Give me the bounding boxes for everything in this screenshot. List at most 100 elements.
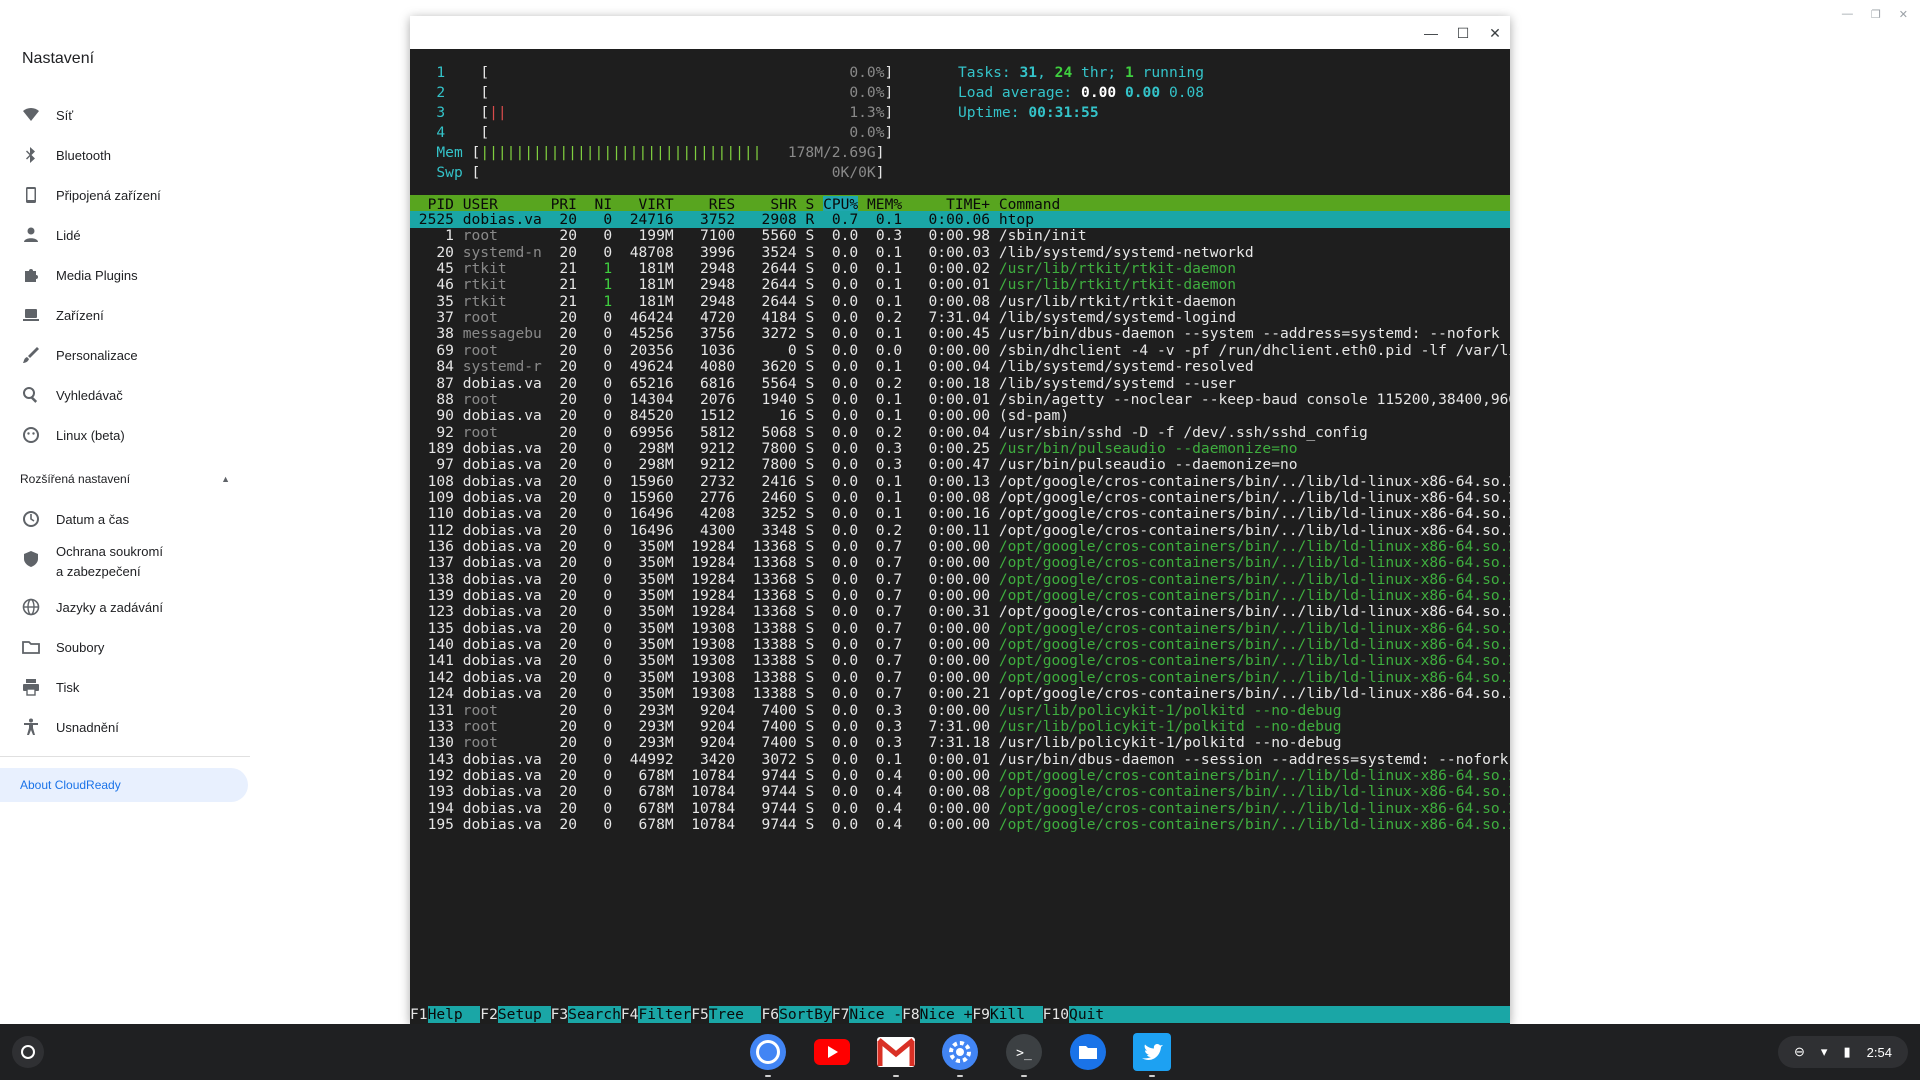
sidebar-item-search[interactable]: Vyhledávač [20, 378, 240, 412]
meter-bracket: [ [445, 124, 490, 141]
fkey-label-f6[interactable]: SortBy [779, 1006, 832, 1023]
process-row[interactable]: 192 dobias.va 20 0 678M 10784 9744 S 0.0… [410, 767, 1510, 784]
process-row[interactable]: 35 rtkit 21 1 181M 2948 2644 S 0.0 0.1 0… [410, 293, 1510, 310]
process-row[interactable]: 69 root 20 0 20356 1036 0 S 0.0 0.0 0:00… [410, 342, 1510, 359]
sidebar-item-folder[interactable]: Soubory [20, 630, 240, 664]
process-row[interactable]: 108 dobias.va 20 0 15960 2732 2416 S 0.0… [410, 473, 1510, 490]
clock-icon [20, 508, 42, 530]
process-row[interactable]: 189 dobias.va 20 0 298M 9212 7800 S 0.0 … [410, 440, 1510, 457]
process-row[interactable]: 133 root 20 0 293M 9204 7400 S 0.0 0.3 7… [410, 718, 1510, 735]
sidebar-item-about[interactable]: About CloudReady [0, 768, 248, 802]
cell-virt: 350M [638, 570, 674, 588]
process-row[interactable]: 109 dobias.va 20 0 15960 2776 2460 S 0.0… [410, 489, 1510, 506]
process-row[interactable]: 110 dobias.va 20 0 16496 4208 3252 S 0.0… [410, 505, 1510, 522]
process-row[interactable]: 45 rtkit 21 1 181M 2948 2644 S 0.0 0.1 0… [410, 260, 1510, 277]
fkey-label-f10[interactable]: Quit [1069, 1006, 1105, 1023]
fkey-label-f1[interactable]: Help [427, 1006, 481, 1023]
restore-icon[interactable]: ❐ [1871, 8, 1881, 21]
cell-res: 2948 [700, 276, 736, 294]
process-row[interactable]: 97 dobias.va 20 0 298M 9212 7800 S 0.0 0… [410, 456, 1510, 473]
sidebar-item-linux[interactable]: Linux (beta) [20, 418, 240, 452]
sidebar-item-laptop[interactable]: Zařízení [20, 298, 240, 332]
cell-mem: 0.1 [875, 488, 903, 506]
sidebar-item-phone[interactable]: Připojená zařízení [20, 178, 240, 212]
process-row[interactable]: 124 dobias.va 20 0 350M 19308 13388 S 0.… [410, 685, 1510, 702]
status-tray[interactable]: ⊖ ▾ ▮ 2:54 [1778, 1036, 1908, 1068]
process-row[interactable]: 142 dobias.va 20 0 350M 19308 13388 S 0.… [410, 669, 1510, 686]
sidebar-item-accessibility[interactable]: Usnadnění [20, 710, 240, 744]
cell-virt: 69956 [629, 423, 674, 441]
fkey-label-f8[interactable]: Nice + [919, 1006, 973, 1023]
advanced-settings-toggle[interactable]: Rozšířená nastavení ▲ [20, 472, 230, 486]
cell-pri: 20 [559, 636, 577, 654]
process-row[interactable]: 137 dobias.va 20 0 350M 19284 13368 S 0.… [410, 554, 1510, 571]
pad [814, 669, 832, 686]
sidebar-item-bluetooth[interactable]: Bluetooth [20, 138, 240, 172]
cell-cpu: 0.0 [831, 358, 859, 376]
process-row[interactable]: 195 dobias.va 20 0 678M 10784 9744 S 0.0… [410, 816, 1510, 833]
sidebar-item-shield[interactable]: Ochrana soukromí a zabezpečení [20, 542, 240, 586]
settings-app[interactable] [940, 1032, 980, 1077]
process-row[interactable]: 130 root 20 0 293M 9204 7400 S 0.0 0.3 7… [410, 734, 1510, 751]
cell-res: 7100 [700, 227, 736, 245]
fkey-label-f5[interactable]: Tree [708, 1006, 762, 1023]
process-row[interactable]: 135 dobias.va 20 0 350M 19308 13388 S 0.… [410, 620, 1510, 637]
pad [674, 260, 700, 277]
cell-shr: 13368 [752, 538, 797, 555]
fkey-label-f2[interactable]: Setup [497, 1006, 551, 1023]
process-row[interactable]: 143 dobias.va 20 0 44992 3420 3072 S 0.0… [410, 751, 1510, 768]
process-row[interactable]: 92 root 20 0 69956 5812 5068 S 0.0 0.2 0… [410, 424, 1510, 441]
process-row[interactable]: 194 dobias.va 20 0 678M 10784 9744 S 0.0… [410, 800, 1510, 817]
sidebar-item-puzzle[interactable]: Media Plugins [20, 258, 240, 292]
pad [902, 309, 928, 326]
process-row[interactable]: 90 dobias.va 20 0 84520 1512 16 S 0.0 0.… [410, 407, 1510, 424]
process-row[interactable]: 123 dobias.va 20 0 350M 19284 13368 S 0.… [410, 603, 1510, 620]
fkey-label-f7[interactable]: Nice - [849, 1006, 903, 1023]
files-app[interactable] [1068, 1032, 1108, 1072]
gmail-icon [877, 1037, 915, 1067]
process-row[interactable]: 1 root 20 0 199M 7100 5560 S 0.0 0.3 0:0… [410, 227, 1510, 244]
cell-pid: 136 [427, 538, 454, 555]
gmail-app[interactable] [876, 1032, 916, 1077]
sidebar-item-brush[interactable]: Personalizace [20, 338, 240, 372]
process-row[interactable]: 20 systemd-n 20 0 48708 3996 3524 S 0.0 … [410, 244, 1510, 261]
terminal-titlebar[interactable]: — ☐ ✕ [410, 16, 1510, 49]
launcher-button[interactable] [12, 1036, 44, 1068]
sidebar-item-wifi[interactable]: Síť [20, 98, 240, 132]
process-row[interactable]: 2525 dobias.va 20 0 24716 3752 2908 R 0.… [410, 211, 1510, 228]
fkey-label-f4[interactable]: Filter [638, 1006, 692, 1023]
process-row[interactable]: 46 rtkit 21 1 181M 2948 2644 S 0.0 0.1 0… [410, 276, 1510, 293]
process-row[interactable]: 139 dobias.va 20 0 350M 19284 13368 S 0.… [410, 587, 1510, 604]
process-row[interactable]: 88 root 20 0 14304 2076 1940 S 0.0 0.1 0… [410, 391, 1510, 408]
process-row[interactable]: 138 dobias.va 20 0 350M 19284 13368 S 0.… [410, 571, 1510, 588]
minimize-icon[interactable]: — [1842, 8, 1853, 21]
pad [858, 718, 876, 735]
fkey-label-f9[interactable]: Kill [989, 1006, 1043, 1023]
fkey-label-f3[interactable]: Search [568, 1006, 621, 1023]
sidebar-item-person[interactable]: Lidé [20, 218, 240, 252]
process-row[interactable]: 193 dobias.va 20 0 678M 10784 9744 S 0.0… [410, 783, 1510, 800]
terminal-app[interactable]: >_ [1004, 1032, 1044, 1077]
process-row[interactable]: 87 dobias.va 20 0 65216 6816 5564 S 0.0 … [410, 375, 1510, 392]
process-row[interactable]: 112 dobias.va 20 0 16496 4300 3348 S 0.0… [410, 522, 1510, 539]
process-row[interactable]: 141 dobias.va 20 0 350M 19308 13388 S 0.… [410, 652, 1510, 669]
sidebar-item-clock[interactable]: Datum a čas [20, 502, 240, 536]
sidebar-item-printer[interactable]: Tisk [20, 670, 240, 704]
sidebar-item-globe[interactable]: Jazyky a zadávání [20, 590, 240, 624]
cell-user: dobias.va [462, 766, 542, 784]
maximize-icon[interactable]: ☐ [1454, 24, 1472, 42]
process-row[interactable]: 84 systemd-r 20 0 49624 4080 3620 S 0.0 … [410, 358, 1510, 375]
htop-terminal[interactable]: 1 [ 0.0%] 2 [ 0.0%] 3 [|| 1.3%] 4 [0.0%… [410, 49, 1510, 1024]
close-icon[interactable]: ✕ [1899, 8, 1908, 21]
process-row[interactable]: 131 root 20 0 293M 9204 7400 S 0.0 0.3 0… [410, 702, 1510, 719]
close-icon[interactable]: ✕ [1486, 24, 1504, 42]
cell-virt: 350M [638, 538, 674, 555]
process-row[interactable]: 136 dobias.va 20 0 350M 19284 13368 S 0.… [410, 538, 1510, 555]
chrome-app[interactable] [748, 1032, 788, 1077]
youtube-app[interactable] [812, 1032, 852, 1072]
twitter-app[interactable] [1132, 1032, 1172, 1077]
process-row[interactable]: 140 dobias.va 20 0 350M 19308 13388 S 0.… [410, 636, 1510, 653]
process-row[interactable]: 37 root 20 0 46424 4720 4184 S 0.0 0.2 7… [410, 309, 1510, 326]
process-row[interactable]: 38 messagebu 20 0 45256 3756 3272 S 0.0 … [410, 325, 1510, 342]
minimize-icon[interactable]: — [1422, 24, 1440, 42]
